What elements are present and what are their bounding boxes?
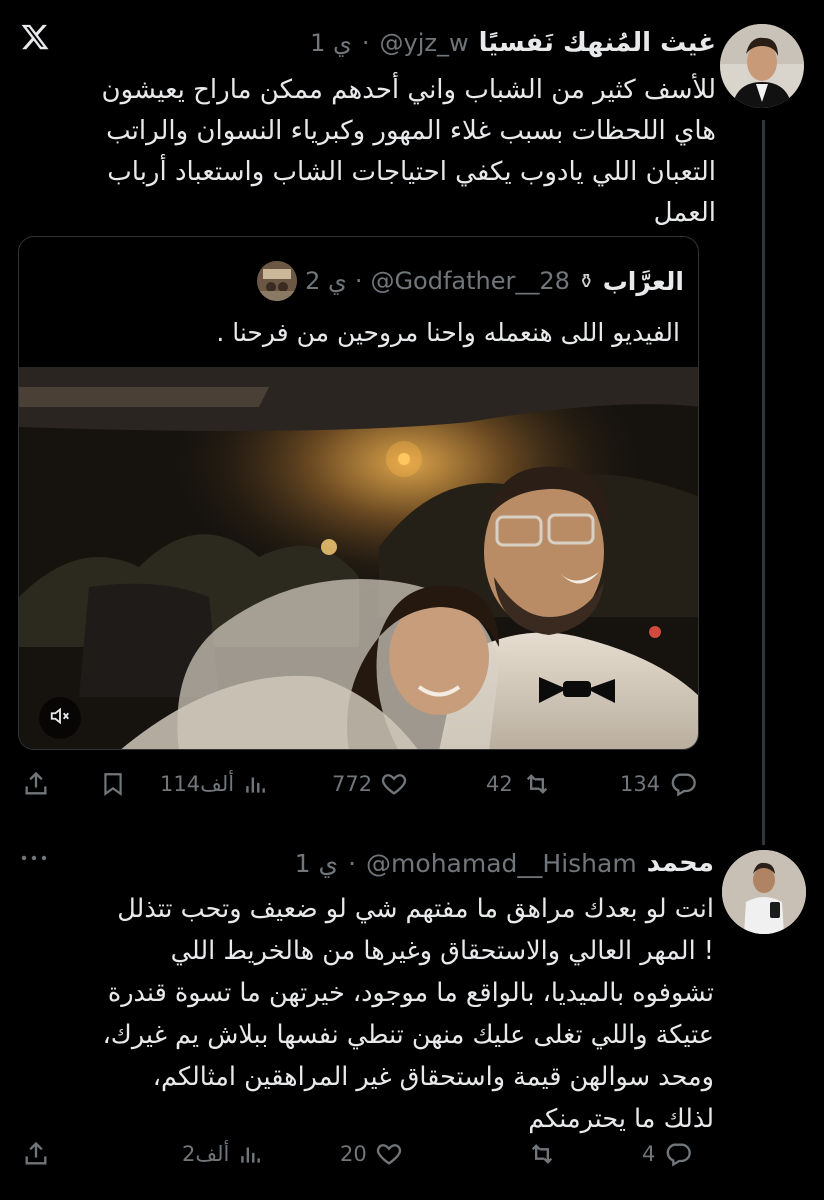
tweet-actions: 114ألف 772 42 134 (18, 764, 708, 804)
quoted-tweet-text: الفيديو اللى هنعمله واحنا مروحين من فرحن… (216, 318, 680, 347)
speaker-muted-icon (49, 705, 71, 731)
share-button[interactable] (22, 764, 50, 804)
retweet-icon (521, 770, 553, 798)
thread-connector (762, 120, 765, 845)
more-options-button[interactable] (20, 848, 48, 867)
tweet-author-avatar[interactable] (720, 24, 804, 108)
heart-icon (375, 1140, 403, 1168)
reply-like-count: 20 (340, 1142, 367, 1166)
reply-text-line: تشوفوه بالميديا، بالواقع ما موجود، خيرته… (107, 978, 714, 1008)
reply-body: انت لو بعدك مراهق ما مفتهم شي لو ضعيف وت… (14, 888, 714, 1140)
more-dots-icon (20, 848, 48, 867)
reply-text-line: انت لو بعدك مراهق ما مفتهم شي لو ضعيف وت… (117, 894, 714, 924)
quoted-author-name[interactable]: العرَّاب (603, 267, 684, 296)
retweet-count: 42 (486, 772, 513, 796)
reply-bubble-icon (668, 770, 698, 798)
quoted-author-badge: ⚱ (577, 269, 595, 293)
reply-text-line: عتيكة واللي تغلى عليك منهن تنطي نفسها بب… (102, 1020, 714, 1050)
reply-text-line: ! المهر العالي والاستحقاق وغيرها من هالخ… (170, 936, 714, 966)
reply-author-avatar[interactable] (722, 850, 806, 934)
reply-reply-button[interactable]: 4 (642, 1134, 693, 1174)
views-button[interactable]: 114ألف (160, 764, 268, 804)
tweet-text-line: العمل (653, 198, 716, 228)
share-upload-icon (22, 1140, 50, 1168)
retweet-icon (526, 1140, 558, 1168)
quoted-tweet-card[interactable]: العرَّاب ⚱ @Godfather__28 · 2 ي الفيديو … (18, 236, 699, 750)
reply-retweet-button[interactable] (526, 1134, 558, 1174)
bookmark-icon (100, 770, 126, 798)
tweet-author-name[interactable]: غيث المُنهك نَفسيًا (479, 28, 716, 58)
quoted-video[interactable] (19, 367, 698, 749)
tweet-text-line: هاي اللحظات بسبب غلاء المهور وكبرياء الن… (106, 116, 716, 146)
quoted-author-handle[interactable]: @Godfather__28 (370, 267, 569, 295)
tweet-separator: · (361, 29, 370, 57)
tweet-time[interactable]: 1 ي (310, 29, 352, 57)
reply-time[interactable]: 1 ي (295, 849, 338, 878)
tweet-body: للأسف كثير من الشباب واني أحدهم ممكن مار… (16, 70, 716, 234)
reply-separator: · (348, 848, 357, 878)
views-bars-icon (237, 1140, 263, 1168)
like-count: 772 (332, 772, 373, 796)
views-bars-icon (242, 770, 268, 798)
video-mute-button[interactable] (39, 697, 81, 739)
retweet-button[interactable]: 42 (486, 764, 553, 804)
tweet-header: غيث المُنهك نَفسيًا @yjz_w · 1 ي (310, 28, 716, 58)
reply-author-handle[interactable]: @mohamad__Hisham (366, 849, 637, 878)
reply-views-count: 2ألف (182, 1142, 230, 1166)
quoted-tweet-header: العرَّاب ⚱ @Godfather__28 · 2 ي (257, 261, 684, 301)
reply-count: 134 (620, 772, 661, 796)
reply-like-button[interactable]: 20 (340, 1134, 403, 1174)
tweet-text-line: التعبان اللي يادوب يكفي احتياجات الشاب و… (107, 157, 716, 187)
reply-bubble-icon (663, 1140, 693, 1168)
x-logo-icon[interactable] (20, 22, 50, 52)
share-upload-icon (22, 770, 50, 798)
quoted-separator: · (354, 267, 363, 295)
reply-share-button[interactable] (22, 1134, 50, 1174)
reply-author-name[interactable]: محمد (647, 848, 714, 878)
reply-reply-count: 4 (642, 1142, 656, 1166)
bookmark-button[interactable] (100, 764, 126, 804)
like-button[interactable]: 772 (332, 764, 408, 804)
reply-button[interactable]: 134 (620, 764, 698, 804)
views-count: 114ألف (160, 772, 235, 796)
reply-text-line: ومحد سوالهن قيمة واستحقاق غير المراهقين … (152, 1062, 714, 1092)
reply-actions: 2ألف 20 4 (18, 1134, 708, 1174)
tweet-author-handle[interactable]: @yjz_w (379, 29, 468, 57)
quoted-author-avatar[interactable] (257, 261, 298, 301)
reply-views-button[interactable]: 2ألف (182, 1134, 263, 1174)
tweet-text-line: للأسف كثير من الشباب واني أحدهم ممكن مار… (101, 75, 716, 105)
heart-icon (380, 770, 408, 798)
quoted-time[interactable]: 2 ي (305, 267, 347, 295)
reply-header: محمد @mohamad__Hisham · 1 ي (295, 848, 714, 878)
